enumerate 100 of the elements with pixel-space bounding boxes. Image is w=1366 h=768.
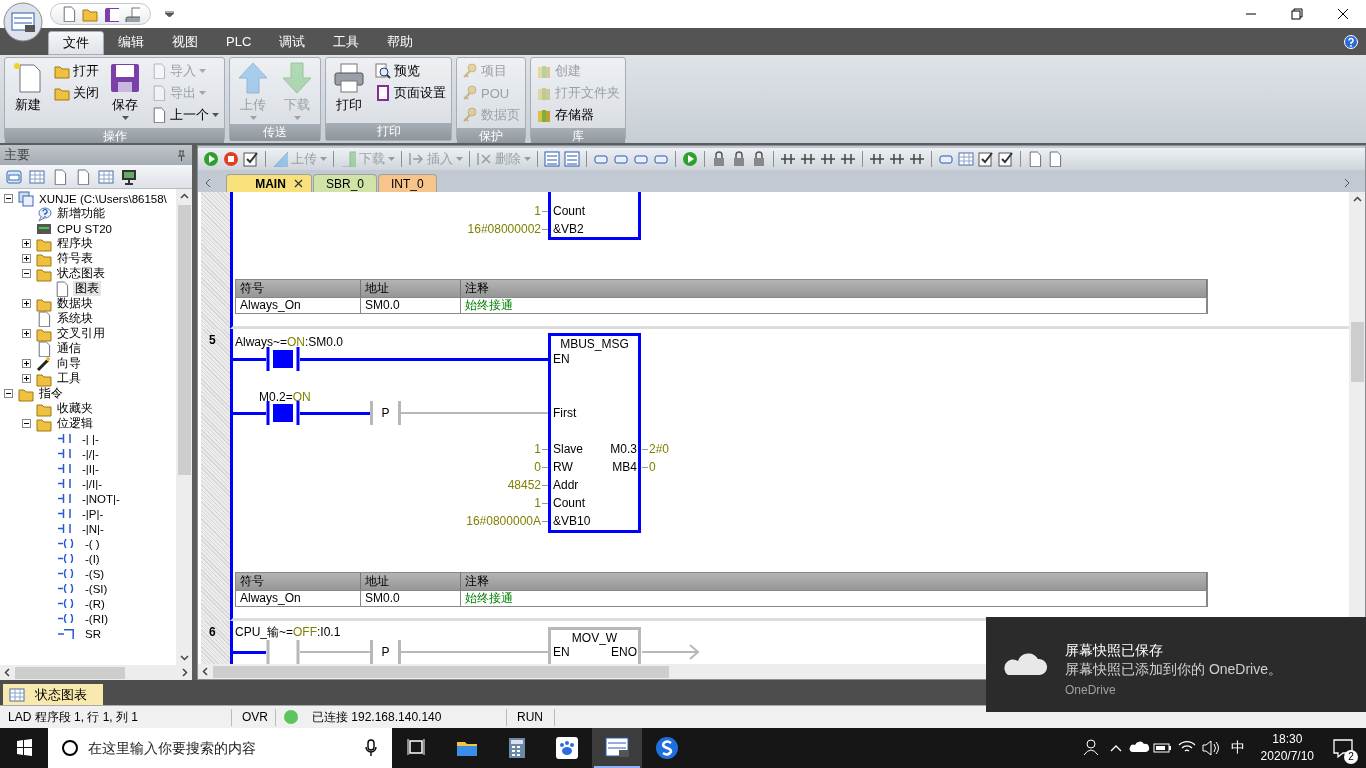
tab-scroll-left-icon[interactable] <box>204 177 212 188</box>
checklist-icon[interactable] <box>978 151 994 167</box>
tree-item[interactable]: -( ) <box>83 537 102 550</box>
tree-item[interactable]: 位逻辑 <box>55 416 95 431</box>
scrollbar-thumb[interactable] <box>15 666 125 679</box>
ladder-editor-icon[interactable] <box>592 728 642 768</box>
tree-item[interactable]: -|/I|- <box>80 477 105 490</box>
collapse-icon[interactable] <box>4 389 13 398</box>
input-method-indicator[interactable]: 中 <box>1222 739 1253 757</box>
branch-icon[interactable] <box>800 151 816 167</box>
tree-item[interactable]: 指令 <box>37 386 65 401</box>
scrollbar-thumb[interactable] <box>1350 322 1364 382</box>
branch-icon[interactable] <box>909 151 925 167</box>
help-icon[interactable] <box>1344 34 1358 49</box>
editor-tab[interactable]: SBR_0 <box>313 174 378 192</box>
monitor-icon[interactable] <box>121 168 137 185</box>
tree-item[interactable]: 程序块 <box>55 236 95 251</box>
customize-caret-icon[interactable] <box>165 11 174 17</box>
checklist-icon[interactable] <box>243 151 259 167</box>
tree-item[interactable]: 交叉引用 <box>55 326 107 341</box>
tree-item[interactable]: -|NOT|- <box>80 492 122 505</box>
ribbon-tab[interactable]: PLC <box>212 31 266 55</box>
tree-item[interactable]: 符号表 <box>55 251 95 266</box>
tree-item[interactable]: -(S) <box>83 567 107 580</box>
collapse-icon[interactable] <box>4 194 13 203</box>
branch-icon[interactable] <box>869 151 885 167</box>
branch-icon[interactable] <box>889 151 905 167</box>
microphone-icon[interactable] <box>365 739 377 757</box>
ribbon-button[interactable]: 预览 <box>373 60 448 82</box>
pin-icon[interactable] <box>177 149 186 161</box>
stop-icon[interactable] <box>223 151 239 167</box>
network-icon[interactable] <box>564 151 580 167</box>
expand-icon[interactable] <box>22 239 31 248</box>
tree-item[interactable]: -|/|- <box>80 447 101 460</box>
tree-item[interactable]: -|I|- <box>80 462 101 475</box>
ribbon-button[interactable]: 存储器 <box>534 104 622 126</box>
tree-item[interactable]: 收藏夹 <box>55 401 95 416</box>
tree-item[interactable]: 新增功能 <box>55 206 107 221</box>
branch-icon[interactable] <box>780 151 796 167</box>
ribbon-tab[interactable]: 帮助 <box>373 31 428 55</box>
tree-item[interactable]: -(I) <box>83 552 102 565</box>
tree-item[interactable]: -| |- <box>80 432 101 445</box>
ribbon-tab[interactable]: 编辑 <box>104 31 158 55</box>
padlock-icon[interactable] <box>731 151 747 167</box>
ribbon-button[interactable]: 页面设置 <box>373 82 448 104</box>
tab-scroll-right-icon[interactable] <box>1343 177 1351 188</box>
scrollbar-thumb[interactable] <box>213 665 669 678</box>
ribbon-button[interactable]: 打开 <box>52 60 101 82</box>
ribbon-button[interactable]: 新建 <box>8 60 48 126</box>
tree-item[interactable]: SR <box>83 627 103 640</box>
search-field[interactable]: 在这里输入你要搜索的内容 <box>48 728 392 768</box>
close-icon[interactable] <box>293 179 303 188</box>
document-icon[interactable] <box>75 168 91 185</box>
document-icon[interactable] <box>1027 151 1043 167</box>
tree-item[interactable]: -(RI) <box>83 612 110 625</box>
ribbon-tab[interactable]: 视图 <box>158 31 212 55</box>
bottom-tab[interactable]: 状态图表 <box>3 684 103 705</box>
tree-item[interactable]: XUNJE (C:\Users\86158\ <box>37 192 169 205</box>
editor-tab[interactable]: INT_0 <box>378 174 437 192</box>
tree-item[interactable]: -|N|- <box>80 522 106 535</box>
expand-icon[interactable] <box>22 299 31 308</box>
ribbon-button[interactable]: 打印 <box>329 60 369 121</box>
document-icon[interactable] <box>52 168 68 185</box>
tree-item[interactable]: -|P|- <box>80 507 106 520</box>
clock[interactable]: 18:30 2020/7/10 <box>1252 731 1322 765</box>
tree-item[interactable]: -(SI) <box>83 582 110 595</box>
tree-item[interactable]: 数据块 <box>55 296 95 311</box>
ribbon-button[interactable]: 上一个 <box>149 104 221 126</box>
ribbon-tab[interactable]: 文件 <box>48 31 104 55</box>
checklist-icon[interactable] <box>998 151 1014 167</box>
tree-item[interactable]: -(R) <box>83 597 107 610</box>
expand-icon[interactable] <box>22 374 31 383</box>
play-icon[interactable] <box>682 151 698 167</box>
window-icon[interactable] <box>6 168 22 185</box>
scrollbar-thumb[interactable] <box>177 205 191 475</box>
play-icon[interactable] <box>203 151 219 167</box>
document-icon[interactable] <box>1047 151 1063 167</box>
ribbon-button[interactable]: 关闭 <box>52 82 101 104</box>
collapse-icon[interactable] <box>22 419 31 428</box>
vertical-scrollbar[interactable] <box>176 189 192 665</box>
document-icon[interactable] <box>61 6 77 22</box>
tree-item[interactable]: 系统块 <box>55 311 95 326</box>
network-icon[interactable] <box>544 151 560 167</box>
branch-icon[interactable] <box>820 151 836 167</box>
tree-item[interactable]: 工具 <box>55 371 83 386</box>
padlock-icon[interactable] <box>751 151 767 167</box>
collapse-icon[interactable] <box>22 269 31 278</box>
ribbon-tab[interactable]: 调试 <box>265 31 320 55</box>
ribbon-button[interactable]: 保存 <box>105 60 145 126</box>
tree-item[interactable]: CPU ST20 <box>55 222 114 235</box>
expand-icon[interactable] <box>22 359 31 368</box>
tree-item[interactable]: 状态图表 <box>55 266 107 281</box>
tree-item[interactable]: 通信 <box>55 341 83 356</box>
ribbon-tab[interactable]: 工具 <box>319 31 374 55</box>
editor-tab[interactable]: MAIN <box>226 174 312 192</box>
padlock-icon[interactable] <box>711 151 727 167</box>
tree-item[interactable]: 向导 <box>55 356 83 371</box>
expand-icon[interactable] <box>22 254 31 263</box>
expand-icon[interactable] <box>22 329 31 338</box>
search-icon[interactable] <box>60 738 80 758</box>
